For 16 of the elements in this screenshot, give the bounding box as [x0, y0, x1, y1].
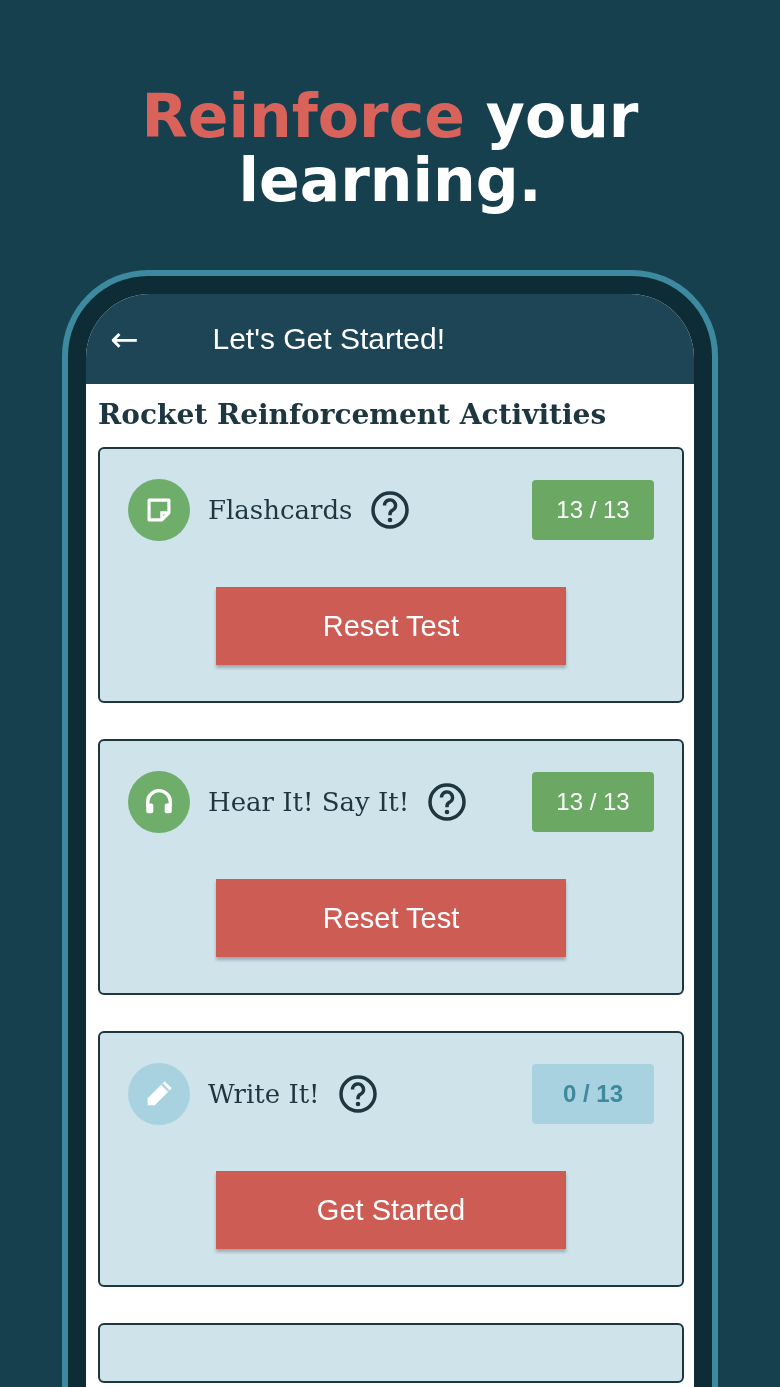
progress-badge: 0 / 13: [532, 1064, 654, 1124]
help-icon[interactable]: [370, 490, 411, 530]
back-button[interactable]: ←: [106, 319, 143, 359]
activity-title: Hear It! Say It!: [208, 787, 410, 817]
action-button[interactable]: Reset Test: [216, 879, 566, 957]
screen-title: Let's Get Started!: [212, 322, 445, 356]
action-button[interactable]: Reset Test: [216, 587, 566, 665]
action-button[interactable]: Get Started: [216, 1171, 566, 1249]
section-title: Rocket Reinforcement Activities: [98, 398, 608, 431]
help-icon[interactable]: [337, 1074, 378, 1114]
help-icon[interactable]: [427, 782, 468, 822]
activity-title: Flashcards: [208, 495, 353, 525]
headline: Reinforce your learning.: [140, 84, 640, 212]
progress-badge: 13 / 13: [532, 772, 654, 832]
progress-badge: 13 / 13: [532, 480, 654, 540]
activity-title: Write It!: [208, 1079, 320, 1109]
